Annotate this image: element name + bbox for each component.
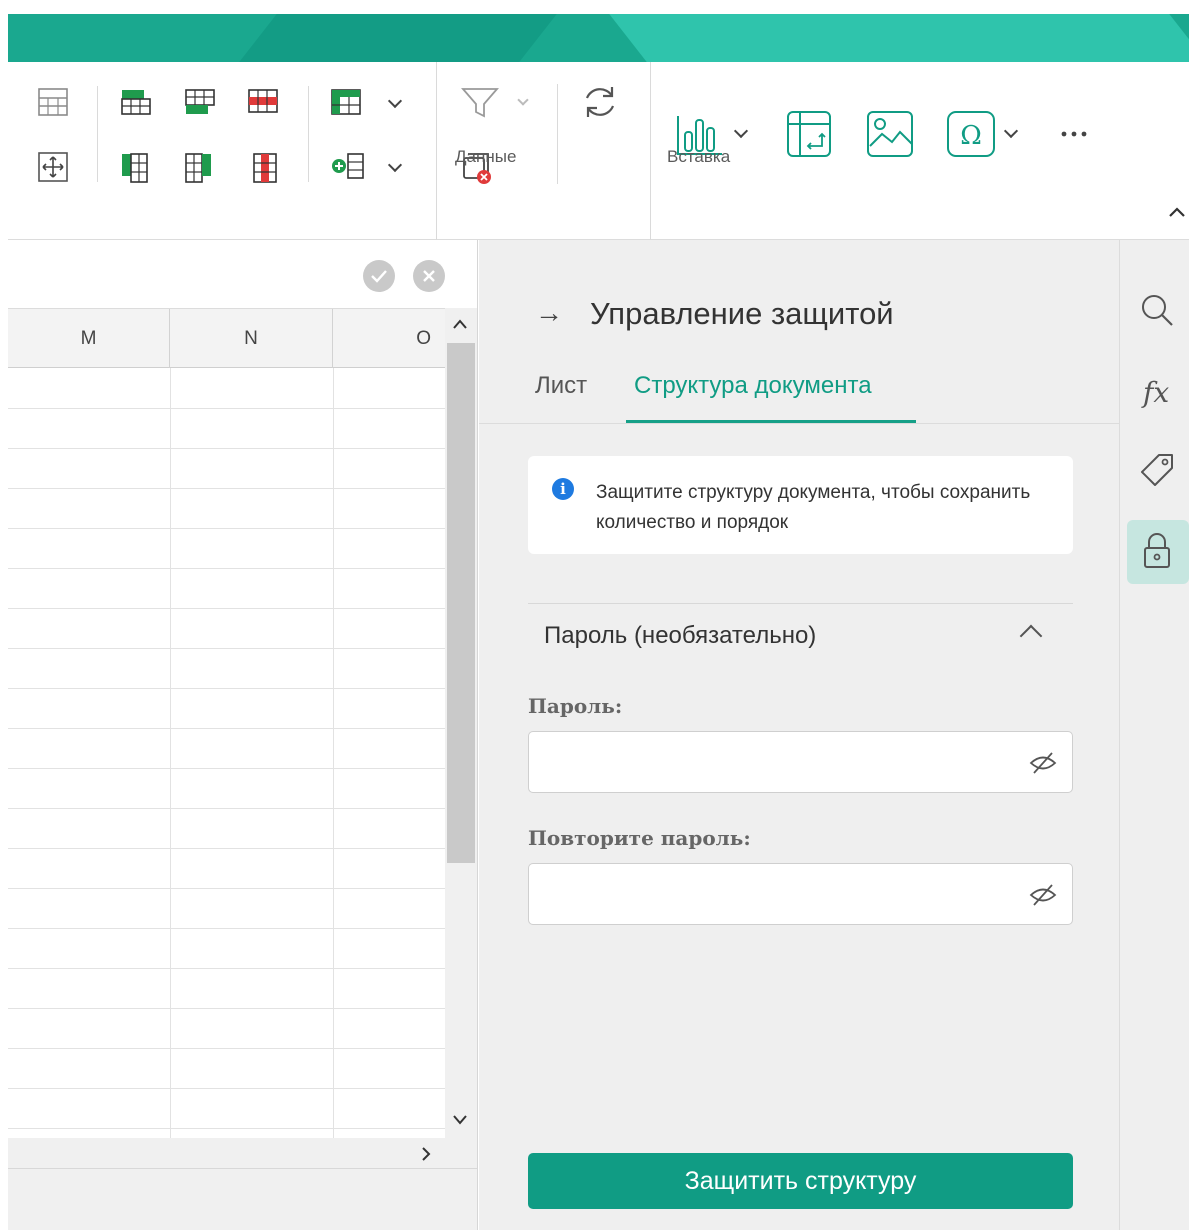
image-icon[interactable] — [866, 110, 914, 158]
tab-document-structure[interactable]: Структура документа — [634, 372, 872, 400]
tag-icon[interactable] — [1139, 452, 1175, 488]
password-input[interactable] — [539, 742, 1009, 782]
insert-row-below-icon[interactable] — [184, 88, 218, 116]
tabs-divider — [479, 423, 1119, 424]
column-headers: M N O — [8, 308, 445, 368]
scroll-right-icon[interactable] — [420, 1146, 432, 1162]
confirm-entry-button[interactable] — [363, 260, 395, 292]
cancel-entry-button[interactable] — [413, 260, 445, 292]
insert-row-above-icon[interactable] — [118, 88, 152, 116]
tab-sheet[interactable]: Лист — [535, 372, 587, 400]
cell-grid[interactable] — [8, 368, 445, 1138]
search-icon[interactable] — [1139, 292, 1175, 328]
info-icon: i — [552, 478, 574, 500]
repeat-password-field[interactable] — [528, 863, 1073, 925]
symbol-icon[interactable]: Ω — [946, 110, 996, 158]
table-format-icon[interactable] — [38, 88, 68, 116]
delete-row-icon[interactable] — [247, 88, 281, 116]
vertical-scroll-thumb[interactable] — [447, 343, 475, 863]
group-label-data: Данные — [455, 147, 517, 166]
table-style-icon[interactable] — [330, 88, 364, 116]
scroll-up-icon[interactable] — [452, 318, 468, 330]
horizontal-scrollbar[interactable] — [8, 1138, 477, 1168]
column-header-o[interactable]: O — [333, 309, 445, 368]
insert-column-left-icon[interactable] — [120, 150, 150, 184]
column-header-n[interactable]: N — [170, 309, 333, 368]
status-bar — [8, 1168, 477, 1230]
password-field[interactable] — [528, 731, 1073, 793]
pivot-table-icon[interactable] — [786, 110, 832, 158]
column-header-m[interactable]: M — [8, 309, 170, 368]
panel-back-arrow-icon[interactable]: → — [535, 297, 563, 329]
insert-column-right-icon[interactable] — [184, 150, 214, 184]
more-icon[interactable] — [1060, 130, 1088, 138]
filter-icon[interactable] — [460, 86, 500, 120]
info-text: Защитите структуру документа, чтобы сохр… — [596, 482, 1031, 533]
show-password-icon[interactable] — [1028, 882, 1058, 908]
function-icon[interactable]: fx — [1143, 376, 1169, 409]
panel-title: Управление защитой — [590, 296, 894, 331]
repeat-password-input[interactable] — [539, 874, 1009, 914]
active-tab-indicator — [626, 420, 916, 423]
show-password-icon[interactable] — [1028, 750, 1058, 776]
title-banner — [8, 14, 1189, 62]
password-label: Пароль: — [528, 694, 623, 718]
collapse-ribbon-icon[interactable] — [1168, 206, 1186, 218]
insert-cells-icon[interactable] — [330, 152, 366, 180]
repeat-password-label: Повторите пароль: — [528, 826, 751, 850]
lock-icon[interactable] — [1142, 532, 1172, 570]
protect-structure-button[interactable]: Защитить структуру — [528, 1153, 1073, 1209]
delete-column-icon[interactable] — [250, 150, 280, 184]
password-section-title[interactable]: Пароль (необязательно) — [544, 622, 816, 650]
svg-text:Ω: Ω — [960, 121, 982, 151]
scroll-down-icon[interactable] — [452, 1114, 468, 1126]
refresh-icon[interactable] — [580, 82, 620, 122]
move-cells-icon[interactable] — [38, 152, 68, 182]
section-divider — [528, 603, 1073, 604]
group-label-insert: Вставка — [667, 147, 731, 166]
